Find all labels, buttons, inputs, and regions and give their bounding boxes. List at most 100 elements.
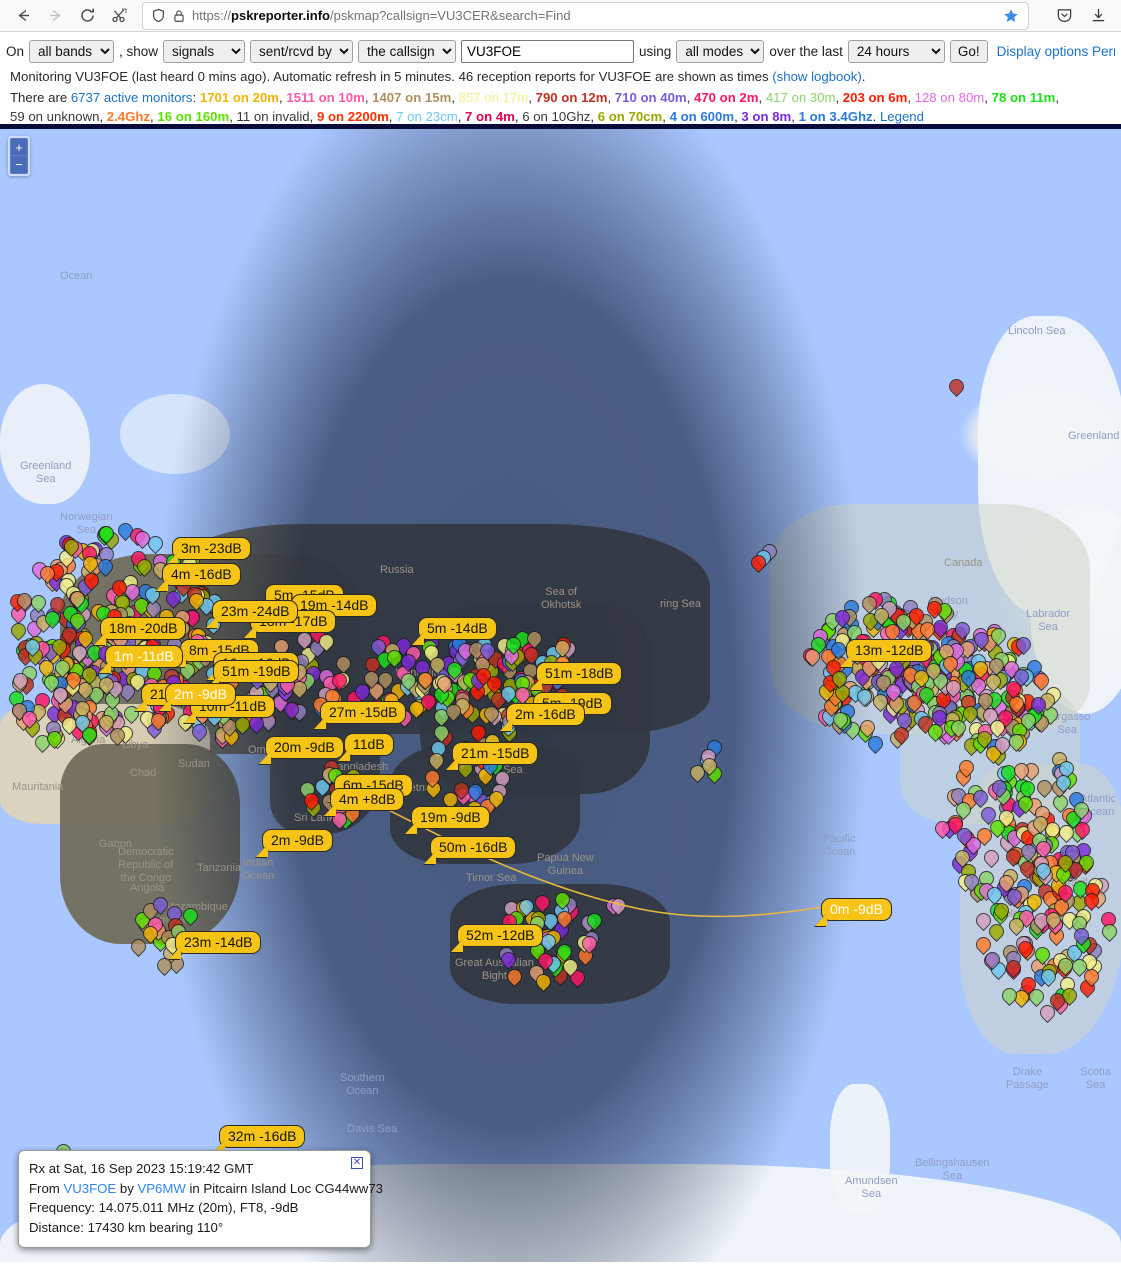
signal-callout[interactable]: 5m -14dB [418, 617, 497, 640]
map-pin[interactable] [36, 562, 59, 587]
signal-callout[interactable]: 4m +8dB [330, 788, 405, 811]
signal-callout[interactable]: 19m -9dB [411, 806, 490, 829]
map-zoom-control[interactable]: + − [8, 136, 30, 176]
map-pin[interactable] [829, 708, 852, 733]
signal-callout[interactable]: 13m -12dB [846, 639, 933, 662]
map-pin[interactable] [41, 607, 64, 632]
active-monitors-link[interactable]: 6737 active monitors [71, 90, 193, 105]
map-pin[interactable] [40, 671, 63, 696]
time-select[interactable]: 15 minutes1 hour3 hours24 hours [847, 39, 945, 63]
map-pin[interactable] [869, 690, 892, 715]
signal-callout[interactable]: 23m -24dB [212, 600, 299, 623]
map-pin[interactable] [945, 375, 968, 400]
zoom-out-button[interactable]: − [10, 156, 28, 174]
signal-callout[interactable]: 11dB [344, 733, 394, 756]
map-pin[interactable] [1012, 633, 1035, 658]
map-pin[interactable] [139, 922, 162, 947]
map-pin[interactable] [980, 846, 1003, 871]
map-pin[interactable] [553, 907, 576, 932]
map-pin[interactable] [1042, 908, 1065, 933]
map-pin[interactable] [990, 899, 1013, 924]
legend-link[interactable]: Legend [880, 109, 924, 124]
map-pin[interactable] [94, 555, 117, 580]
map-pin[interactable] [71, 711, 94, 736]
map-pin[interactable] [864, 732, 887, 757]
map-pin[interactable] [95, 673, 118, 698]
bookmark-star-icon[interactable] [998, 3, 1024, 29]
map-pin[interactable] [300, 789, 323, 814]
map-pin[interactable] [185, 589, 208, 614]
map-pin[interactable] [991, 733, 1014, 758]
map-pin[interactable] [9, 669, 32, 694]
map-pin[interactable] [1068, 955, 1091, 980]
map-pin[interactable] [959, 702, 982, 727]
map-pin[interactable] [417, 690, 440, 715]
map-pin[interactable] [957, 666, 980, 691]
map-pin[interactable] [1054, 851, 1077, 876]
map-pin[interactable] [374, 668, 397, 693]
signal-callout[interactable]: 27m -15dB [320, 701, 407, 724]
map-pin[interactable] [79, 552, 102, 577]
map-pin[interactable] [987, 624, 1010, 649]
url-bar[interactable]: https://pskreporter.info/pskmap?callsign… [142, 1, 1029, 30]
map-pin[interactable] [95, 711, 118, 736]
map-pin[interactable] [1037, 965, 1060, 990]
map-pin[interactable] [13, 589, 36, 614]
download-icon[interactable] [1085, 3, 1111, 29]
map-pin[interactable] [442, 700, 465, 725]
map-pin[interactable] [1025, 985, 1048, 1010]
map-pin[interactable] [293, 628, 316, 653]
map-pin[interactable] [1098, 920, 1121, 945]
map-pin[interactable] [1002, 956, 1025, 981]
target-select[interactable]: the callsignthe gridthe DXCC [358, 39, 457, 63]
forward-button[interactable] [40, 2, 70, 30]
callsign-input[interactable] [461, 39, 635, 63]
map-pin[interactable] [421, 766, 444, 791]
map-pin[interactable] [747, 551, 770, 576]
map-pin[interactable] [828, 667, 851, 692]
back-button[interactable] [8, 2, 38, 30]
go-button[interactable]: Go! [949, 39, 988, 63]
map-pin[interactable] [328, 669, 351, 694]
map-pin[interactable] [1014, 792, 1037, 817]
map-pin[interactable] [905, 604, 928, 629]
modes-select[interactable]: all modesFT8FT4WSPRJT65CW [676, 39, 765, 63]
map-pin[interactable] [315, 630, 338, 655]
display-options-link[interactable]: Display options Perma [997, 44, 1115, 59]
map-pin[interactable] [892, 610, 915, 635]
map-pin[interactable] [66, 587, 89, 612]
map-pin[interactable] [969, 786, 992, 811]
signal-callout[interactable]: 18m -20dB [100, 617, 187, 640]
map-pin[interactable] [915, 683, 938, 708]
signal-callout[interactable]: 3m -23dB [172, 537, 251, 560]
map-pin[interactable] [497, 948, 520, 973]
reload-button[interactable] [72, 2, 102, 30]
map-pin[interactable] [974, 689, 997, 714]
map-pin[interactable] [1010, 759, 1033, 784]
map-pin[interactable] [147, 709, 170, 734]
map-pin[interactable] [924, 720, 947, 745]
signal-callout[interactable]: 4m -16dB [162, 563, 241, 586]
map-pin[interactable] [955, 756, 978, 781]
map-pin[interactable] [60, 535, 83, 560]
signal-callout[interactable]: 51m -18dB [536, 662, 623, 685]
map-pin[interactable] [483, 672, 506, 697]
map-pin[interactable] [944, 813, 967, 838]
map-pin[interactable] [1032, 859, 1055, 884]
map-pin[interactable] [988, 776, 1011, 801]
screenshot-button[interactable] [104, 2, 134, 30]
signal-callout[interactable]: 20m -9dB [265, 736, 344, 759]
callsign-link-by[interactable]: VP6MW [137, 1181, 185, 1196]
map-pin[interactable] [480, 702, 503, 727]
map-pin[interactable] [607, 894, 630, 919]
map-pin[interactable] [578, 932, 601, 957]
signal-callout[interactable]: 0m -9dB [821, 898, 892, 921]
signal-callout[interactable]: 1m -11dB [105, 645, 183, 668]
map-pin[interactable] [553, 940, 576, 965]
map-pin[interactable] [1052, 771, 1075, 796]
map-pin[interactable] [985, 654, 1008, 679]
signal-callout[interactable]: 2m -9dB [165, 683, 236, 706]
map-pin[interactable] [523, 627, 546, 652]
map-pin[interactable] [1080, 889, 1103, 914]
map-pin[interactable] [923, 597, 946, 622]
